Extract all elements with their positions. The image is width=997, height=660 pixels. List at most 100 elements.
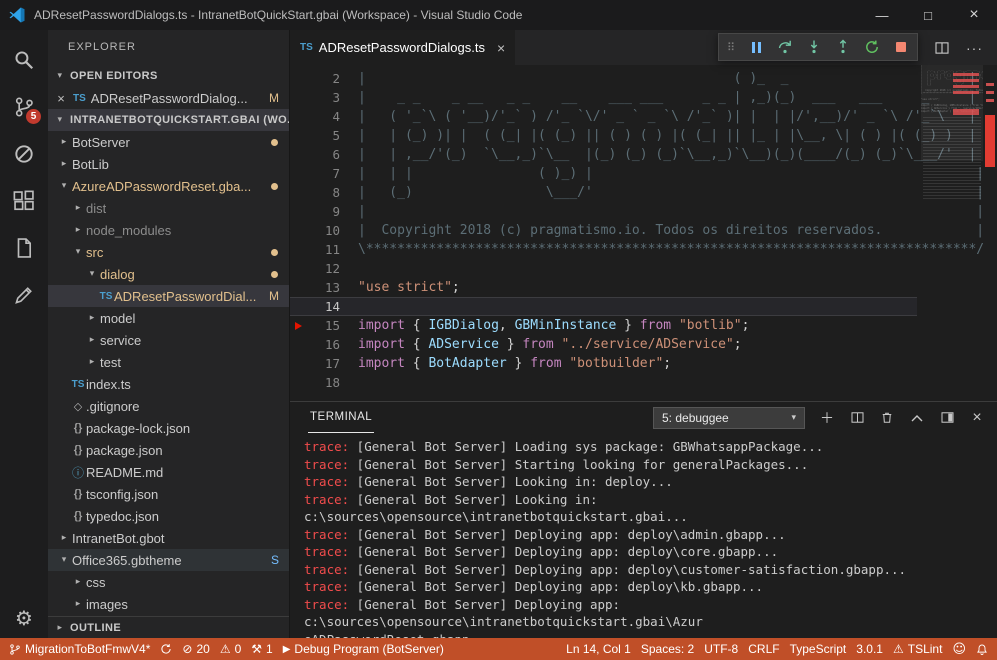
- stop-button[interactable]: [893, 39, 909, 55]
- status-tasks[interactable]: ⚒1: [246, 638, 277, 660]
- tree-item-dist[interactable]: ▸dist: [48, 197, 289, 219]
- step-into-button[interactable]: [806, 39, 822, 55]
- code-line-2[interactable]: 2| ( )_ _ |: [290, 69, 917, 88]
- tree-item-adresetpassworddial[interactable]: TSADResetPasswordDial...M: [48, 285, 289, 307]
- step-out-button[interactable]: [835, 39, 851, 55]
- tree-item-botlib[interactable]: ▸BotLib: [48, 153, 289, 175]
- status-version[interactable]: 3.0.1: [851, 638, 888, 660]
- pause-button[interactable]: [748, 39, 764, 55]
- activity-edit-icon[interactable]: [0, 271, 48, 318]
- code-line-12[interactable]: 12: [290, 259, 917, 278]
- code-text: | |: [358, 202, 984, 221]
- terminal-selector[interactable]: 5: debuggee ▾: [653, 407, 805, 429]
- activity-search-icon[interactable]: [0, 36, 48, 83]
- tree-item-gitignore[interactable]: ◇.gitignore: [48, 395, 289, 417]
- breakpoint-marker[interactable]: [290, 322, 306, 330]
- status-tslint[interactable]: ⚠TSLint: [888, 638, 947, 660]
- tree-item-test[interactable]: ▸test: [48, 351, 289, 373]
- code-line-16[interactable]: 16import { ADService } from "../service/…: [290, 335, 917, 354]
- open-editor-item[interactable]: × TS ADResetPasswordDialog... M: [48, 87, 289, 109]
- drag-handle-icon[interactable]: ⠿: [727, 41, 735, 54]
- overview-ruler[interactable]: [983, 65, 997, 401]
- maximize-button[interactable]: □: [905, 0, 951, 30]
- tree-item-package-lock-json[interactable]: {}package-lock.json: [48, 417, 289, 439]
- code-line-11[interactable]: 11\*************************************…: [290, 240, 917, 259]
- tab-terminal[interactable]: TERMINAL: [308, 402, 374, 433]
- code-line-4[interactable]: 4| ( '_`\ ( '__)/'_` ) /'_ `\/' _ ` _ `\…: [290, 107, 917, 126]
- close-panel-icon[interactable]: ×: [969, 410, 985, 426]
- status-problems-warnings[interactable]: ⚠0: [215, 638, 246, 660]
- code-line-3[interactable]: 3| _ _ _ __ _ _ __ ___ ___ _ _ | ,_)(_) …: [290, 88, 917, 107]
- chevron-right-icon: ▸: [56, 137, 72, 147]
- vscode-logo-icon: [8, 6, 26, 24]
- open-editors-header[interactable]: ▾ OPEN EDITORS: [48, 65, 289, 87]
- tree-item-model[interactable]: ▸model: [48, 307, 289, 329]
- tree-item-readme-md[interactable]: ⓘREADME.md: [48, 461, 289, 483]
- code-line-14[interactable]: 14: [290, 297, 917, 316]
- code-line-8[interactable]: 8| (_) \___/' |: [290, 183, 917, 202]
- workspace-section-header[interactable]: ▾ INTRANETBOTQUICKSTART.GBAI (WO...: [48, 109, 289, 131]
- code-line-7[interactable]: 7| | | ( )_) | |: [290, 164, 917, 183]
- tree-item-azureadpasswordreset-gba[interactable]: ▾AzureADPasswordReset.gba...: [48, 175, 289, 197]
- status-encoding[interactable]: UTF-8: [699, 638, 743, 660]
- close-tab-icon[interactable]: ×: [497, 40, 505, 56]
- tree-item-index-ts[interactable]: TSindex.ts: [48, 373, 289, 395]
- minimap-error-mark: [953, 73, 979, 76]
- status-cursor-position[interactable]: Ln 14, Col 1: [561, 638, 636, 660]
- panel-position-icon[interactable]: [939, 410, 955, 426]
- code-editor[interactable]: 2| ( )_ _ |3| _ _ _ __ _ _ __ ___ ___ _ …: [290, 65, 997, 401]
- status-indentation[interactable]: Spaces: 2: [636, 638, 699, 660]
- code-line-18[interactable]: 18: [290, 373, 917, 392]
- status-language-mode[interactable]: TypeScript: [785, 638, 852, 660]
- status-eol[interactable]: CRLF: [743, 638, 784, 660]
- tree-item-service[interactable]: ▸service: [48, 329, 289, 351]
- status-debug-status[interactable]: ▶Debug Program (BotServer): [278, 638, 449, 660]
- close-editor-icon[interactable]: ×: [54, 91, 68, 106]
- split-editor-icon[interactable]: [934, 40, 950, 56]
- code-line-10[interactable]: 10| Copyright 2018 (c) pragmatismo.io. T…: [290, 221, 917, 240]
- tree-item-botserver[interactable]: ▸BotServer: [48, 131, 289, 153]
- tab-adresetpassworddialogs[interactable]: TS ADResetPasswordDialogs.ts ×: [290, 30, 515, 65]
- status-notifications[interactable]: [971, 638, 993, 660]
- tree-item-node-modules[interactable]: ▸node_modules: [48, 219, 289, 241]
- status-feedback[interactable]: ☺: [947, 638, 971, 660]
- modified-dot: [271, 183, 278, 190]
- close-button[interactable]: ×: [951, 0, 997, 30]
- status-sync[interactable]: [155, 638, 177, 660]
- code-line-15[interactable]: 15import { IGBDialog, GBMinInstance } fr…: [290, 316, 917, 335]
- code-line-9[interactable]: 9| |: [290, 202, 917, 221]
- code-line-13[interactable]: 13"use strict";: [290, 278, 917, 297]
- split-terminal-icon[interactable]: [849, 410, 865, 426]
- step-over-button[interactable]: [777, 39, 793, 55]
- tree-item-src[interactable]: ▾src: [48, 241, 289, 263]
- code-line-6[interactable]: 6| | ,__/'(_) `\__,_)`\__ |(_) (_) (_)`\…: [290, 145, 917, 164]
- activity-debug-icon[interactable]: [0, 130, 48, 177]
- tree-item-tsconfig-json[interactable]: {}tsconfig.json: [48, 483, 289, 505]
- outline-section-header[interactable]: ▸ OUTLINE: [48, 616, 289, 638]
- maximize-panel-icon[interactable]: [909, 410, 925, 426]
- activity-source-control-icon[interactable]: 5: [0, 83, 48, 130]
- tree-item-office365-gbtheme[interactable]: ▾Office365.gbthemeS: [48, 549, 289, 571]
- tree-item-images[interactable]: ▸images: [48, 593, 289, 615]
- minimap[interactable]: | ( )_ _ | | _ _ _ __ _ _ __ ___ ___ _ _…: [921, 65, 983, 401]
- tree-item-package-json[interactable]: {}package.json: [48, 439, 289, 461]
- code-line-5[interactable]: 5| | (_) )| | ( (_| |( (_) || ( ) ( ) |(…: [290, 126, 917, 145]
- kill-terminal-icon[interactable]: [879, 410, 895, 426]
- activity-files-icon[interactable]: [0, 224, 48, 271]
- more-actions-icon[interactable]: ···: [966, 40, 983, 56]
- status-git-branch[interactable]: MigrationToBotFmwV4*: [4, 638, 155, 660]
- new-terminal-icon[interactable]: ＋: [819, 410, 835, 426]
- tree-item-intranetbot-gbot[interactable]: ▸IntranetBot.gbot: [48, 527, 289, 549]
- git-status-badge: M: [269, 289, 279, 303]
- activity-extensions-icon[interactable]: [0, 177, 48, 224]
- tree-item-css[interactable]: ▸css: [48, 571, 289, 593]
- chevron-down-icon: ▾: [52, 115, 68, 125]
- code-line-17[interactable]: 17import { BotAdapter } from "botbuilder…: [290, 354, 917, 373]
- restart-button[interactable]: [864, 39, 880, 55]
- tree-item-dialog[interactable]: ▾dialog: [48, 263, 289, 285]
- minimize-button[interactable]: —: [859, 0, 905, 30]
- terminal-output[interactable]: trace: [General Bot Server] Loading sys …: [290, 433, 997, 638]
- settings-gear-icon[interactable]: ⚙: [15, 606, 33, 630]
- tree-item-typedoc-json[interactable]: {}typedoc.json: [48, 505, 289, 527]
- status-problems-errors[interactable]: ⊘20: [177, 638, 214, 660]
